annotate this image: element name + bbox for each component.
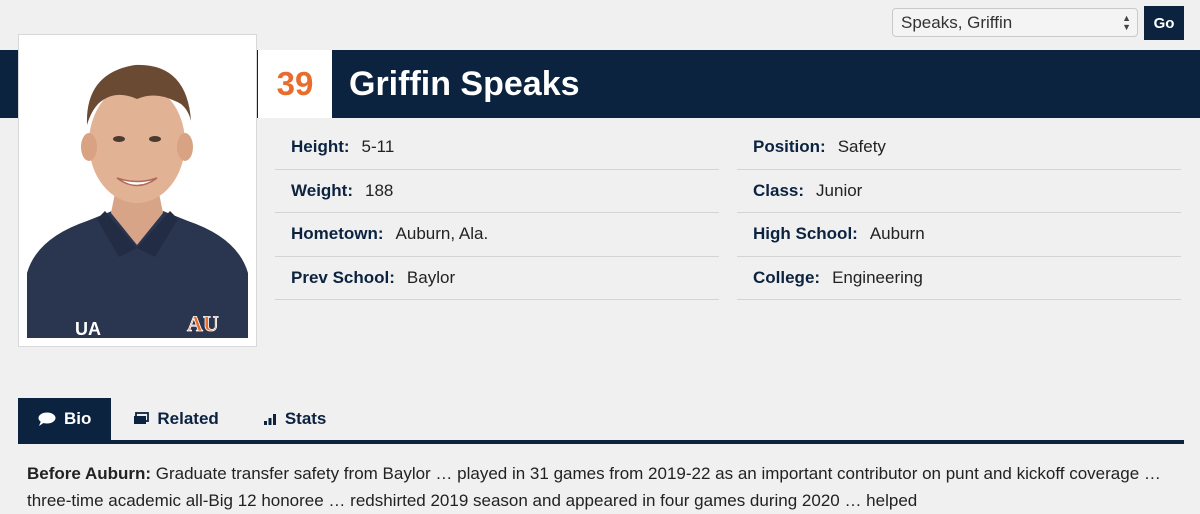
info-left-column: Height: 5-11 Weight: 188 Hometown: Aubur… <box>275 126 719 300</box>
tab-divider <box>18 440 1184 444</box>
info-label: College: <box>753 267 821 287</box>
tab-label: Stats <box>284 409 327 428</box>
info-label: Position: <box>753 137 826 157</box>
svg-text:UA: UA <box>75 319 101 338</box>
tab-related[interactable]: Related <box>111 398 240 440</box>
tab-label: Related <box>157 409 219 428</box>
info-row-hometown: Hometown: Auburn, Ala. <box>275 213 719 257</box>
info-value: Safety <box>837 137 886 157</box>
info-value: 188 <box>365 180 394 200</box>
info-label: Hometown: <box>291 224 384 244</box>
info-value: Engineering <box>832 267 923 287</box>
info-row-college: College: Engineering <box>737 257 1181 300</box>
info-label: Weight: <box>291 180 354 200</box>
info-value: Baylor <box>406 267 456 287</box>
info-value: Auburn, Ala. <box>395 224 489 244</box>
jersey-number: 39 <box>258 50 332 118</box>
info-label: Class: <box>753 180 805 200</box>
info-label: Prev School: <box>291 267 395 287</box>
bar-chart-icon <box>263 413 277 425</box>
info-label: Height: <box>291 137 350 157</box>
bio-heading: Before Auburn: <box>27 464 152 483</box>
info-row-weight: Weight: 188 <box>275 170 719 213</box>
info-row-position: Position: Safety <box>737 126 1181 170</box>
info-label: High School: <box>753 224 858 244</box>
info-row-class: Class: Junior <box>737 170 1181 213</box>
cards-icon <box>133 412 150 426</box>
bio-body: Graduate transfer safety from Baylor … p… <box>27 464 1161 510</box>
tab-bio[interactable]: Bio <box>18 398 112 440</box>
info-value: Auburn <box>869 224 925 244</box>
headshot-card: UA AU <box>18 34 257 347</box>
tab-stats[interactable]: Stats <box>241 398 349 440</box>
info-row-high-school: High School: Auburn <box>737 213 1181 257</box>
info-value: 5-11 <box>361 137 395 157</box>
svg-text:AU: AU <box>187 311 219 336</box>
tab-label: Bio <box>64 409 92 428</box>
info-row-height: Height: 5-11 <box>275 126 719 170</box>
info-right-column: Position: Safety Class: Junior High Scho… <box>737 126 1181 300</box>
speech-bubble-icon <box>38 412 56 426</box>
profile-tabs: Bio Related Stats <box>18 398 348 440</box>
player-name: Griffin Speaks <box>349 64 580 103</box>
player-headshot: UA AU <box>27 43 248 338</box>
player-select-value: Speaks, Griffin <box>901 12 1013 32</box>
go-button[interactable]: Go <box>1144 6 1184 40</box>
player-select[interactable]: Speaks, Griffin ▲ ▼ <box>892 8 1138 37</box>
player-select-bar: Speaks, Griffin ▲ ▼ Go <box>892 6 1184 40</box>
info-value: Junior <box>816 180 863 200</box>
bio-text: Before Auburn: Graduate transfer safety … <box>27 460 1187 514</box>
select-arrows-icon: ▲ ▼ <box>1122 13 1131 32</box>
info-row-prev-school: Prev School: Baylor <box>275 257 719 300</box>
